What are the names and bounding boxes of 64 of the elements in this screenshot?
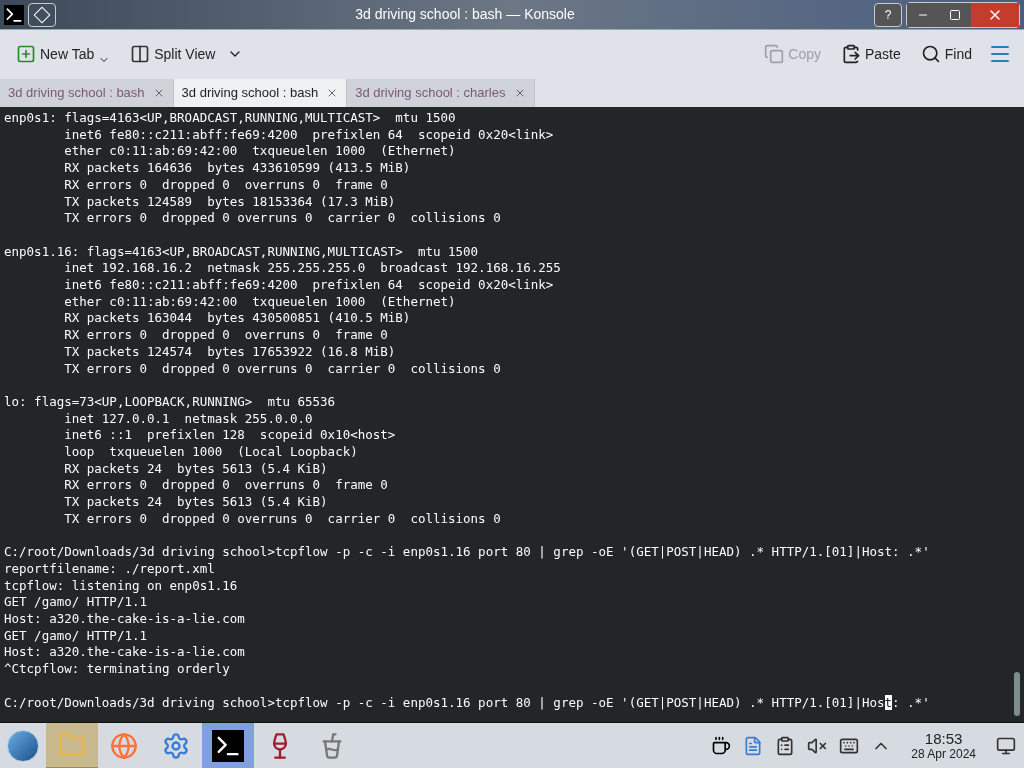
terminal-line: TX errors 0 dropped 0 overruns 0 carrier 0 collisions 0 xyxy=(63,510,502,528)
terminal-line: TX packets 124589 bytes 18153364 (17.3 MiB) xyxy=(63,193,397,211)
folder-icon xyxy=(58,730,86,759)
tab[interactable]: 3d driving school : bash xyxy=(173,79,348,107)
terminal-line: enp0s1: flags=4163<UP,BROADCAST,RUNNING,MULTICAST> mtu 1500 xyxy=(4,110,457,127)
terminal-line: ether c0:11:ab:69:42:00 txqueuelen 1000 (Ethernet) xyxy=(63,143,457,161)
taskbar-app[interactable] xyxy=(202,722,254,768)
terminal-line: RX errors 0 dropped 0 overruns 0 frame 0 xyxy=(63,176,389,194)
terminal-line: GET /gamo/ HTTP/1.1 xyxy=(4,594,148,612)
terminal-line: Host: a320.the-cake-is-a-lie.com xyxy=(4,611,246,628)
cursor: t xyxy=(884,694,893,710)
settings-icon xyxy=(162,731,190,760)
terminal-line: lo: flags=73<UP,LOOPBACK,RUNNING> mtu 65536 xyxy=(4,393,337,411)
add-tab-icon xyxy=(16,44,36,64)
clipboard-icon[interactable] xyxy=(775,735,796,756)
maximize-button[interactable] xyxy=(939,2,971,27)
copy-icon xyxy=(764,44,785,64)
terminal-line: TX errors 0 dropped 0 overruns 0 carrier 0 collisions 0 xyxy=(63,360,502,378)
maximize-icon xyxy=(949,8,961,21)
terminal-line: RX packets 163044 bytes 430500851 (410.5 MiB) xyxy=(63,310,412,328)
toolbar-button[interactable]: Split View xyxy=(126,38,248,70)
terminal-line: reportfilename: ./report.xml xyxy=(4,560,216,578)
terminal-line: inet 127.0.0.1 netmask 255.0.0.0 xyxy=(63,410,314,428)
scrollbar-thumb[interactable] xyxy=(1014,672,1020,716)
toolbar-button[interactable]: Paste xyxy=(836,38,905,70)
toolbar-button[interactable]: New Tab xyxy=(12,38,115,70)
toolbar-button[interactable]: Find xyxy=(916,38,976,70)
terminal-line: enp0s1.16: flags=4163<UP,BROADCAST,RUNNING,MULTICAST> mtu 1500 xyxy=(4,243,480,261)
terminal-line: inet 192.168.16.2 netmask 255.255.255.0 broadcast 192.168.16.255 xyxy=(63,260,562,277)
mug-icon[interactable] xyxy=(711,735,732,756)
show-desktop-icon[interactable] xyxy=(996,735,1016,756)
terminal-line: loop txqueuelen 1000 (Local Loopback) xyxy=(63,444,359,461)
terminal-line: GET /gamo/ HTTP/1.1 xyxy=(4,627,148,645)
help-button[interactable]: ? xyxy=(874,2,902,27)
terminal-line: Host: a320.the-cake-is-a-lie.com xyxy=(4,644,246,662)
terminal-line: RX errors 0 dropped 0 overruns 0 frame 0 xyxy=(63,327,389,344)
terminal-line: inet6 fe80::c211:abff:fe69:4200 prefixlen 64 scopeid 0x20<link> xyxy=(63,277,555,294)
app-icon xyxy=(4,4,24,25)
terminal-line: inet6 fe80::c211:abff:fe69:4200 prefixlen 64 scopeid 0x20<link> xyxy=(63,126,555,144)
volume-muted-icon[interactable] xyxy=(807,735,828,756)
terminal-line: ^Ctcpflow: terminating orderly xyxy=(4,661,231,678)
terminal-line: C:/root/Downloads/3d driving school>tcpflow -p -c -i enp0s1.16 port 80 | grep -oE '(GET|POST|HEAD) .* HTTP/1.[01]|Host: .*' xyxy=(4,544,931,561)
search-icon xyxy=(920,44,941,64)
terminal-line: TX packets 124574 bytes 17653922 (16.8 MiB) xyxy=(63,343,397,361)
terminal-line: inet6 ::1 prefixlen 128 scopeid 0x10<host> xyxy=(63,427,397,445)
browser-icon xyxy=(110,731,138,760)
terminal-line: RX errors 0 dropped 0 overruns 0 frame 0 xyxy=(63,477,389,495)
clock-date: 28 Apr 2024 xyxy=(911,747,976,761)
terminal-line: TX errors 0 dropped 0 overruns 0 carrier 0 collisions 0 xyxy=(63,210,502,227)
clock-time: 18:53 xyxy=(924,730,963,747)
terminal-line: tcpflow: listening on enp0s1.16 xyxy=(4,577,239,595)
terminal-line: ether c0:11:ab:69:42:00 txqueuelen 1000 (Ethernet) xyxy=(63,293,457,311)
columns-icon xyxy=(130,44,151,64)
terminal-line: RX packets 24 bytes 5613 (5.4 KiB) xyxy=(63,460,329,478)
terminal-line: C:/root/Downloads/3d driving school>tcpflow -p -c -i enp0s1.16 port 80 | grep -oE '(GET|POST|HEAD) .* HTTP/1.[01]|Host: .*' xyxy=(4,694,931,712)
terminal-line: RX packets 164636 bytes 433610599 (413.5 MiB) xyxy=(63,160,412,177)
tab[interactable]: 3d driving school : charles xyxy=(347,79,535,107)
taskbar-app[interactable] xyxy=(46,722,98,768)
tab[interactable]: 3d driving school : bash xyxy=(0,79,174,107)
minimize-button[interactable] xyxy=(907,2,939,27)
document-icon[interactable] xyxy=(743,735,764,756)
close-button[interactable] xyxy=(971,2,1019,27)
window-title: 3d driving school : bash — Konsole xyxy=(354,5,576,24)
terminal-line: TX packets 24 bytes 5613 (5.4 KiB) xyxy=(63,494,329,511)
